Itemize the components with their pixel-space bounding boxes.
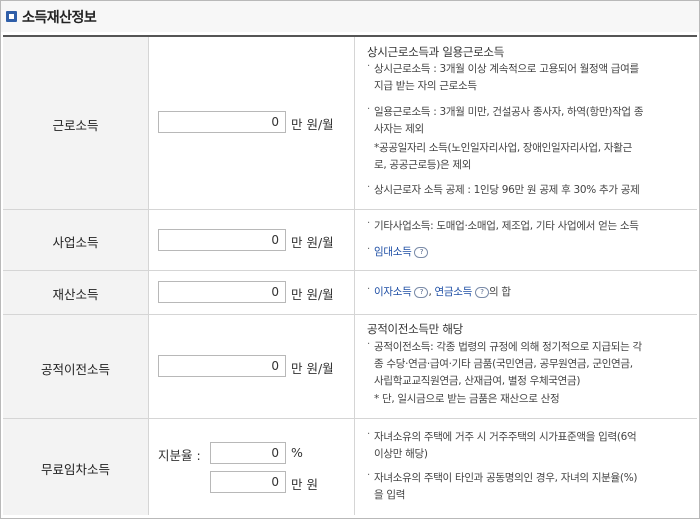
- desc-line: 상시근로소득 : 3개월 이상 계속적으로 고용되어 월정액 급여를: [374, 63, 639, 75]
- desc-line: 이상만 해당): [374, 448, 428, 460]
- input-cell: 만 원/월: [149, 210, 355, 270]
- desc-line: 사자는 제외: [374, 123, 424, 135]
- label-cell: 재산소득: [3, 271, 149, 314]
- desc-line: 종 수당·연금·급여·기타 금품(국민연금, 공무원연금, 군인연금,: [374, 358, 633, 370]
- bullet-mark: ·: [367, 218, 371, 229]
- interest-income-link[interactable]: 이자소득: [374, 286, 412, 298]
- desc-line: 을 입력: [374, 489, 406, 501]
- label-cell: 공적이전소득: [3, 315, 149, 418]
- share-ratio-label: 지분율 :: [158, 448, 201, 463]
- earned-income-input[interactable]: [158, 111, 286, 133]
- help-icon[interactable]: ?: [414, 247, 429, 258]
- row-property-income: 재산소득 만 원/월 · 이자소득?, 연금소득?의 합: [3, 271, 697, 315]
- description-cell: 공적이전소득만 해당 · 공적이전소득: 각종 법령의 규정에 의해 정기적으로…: [355, 315, 697, 418]
- unit-label: 만 원: [291, 477, 318, 492]
- bullet-mark: ·: [367, 470, 371, 481]
- pension-income-link[interactable]: 연금소득: [435, 286, 473, 298]
- suffix-text: 의 합: [488, 286, 511, 298]
- description-cell: 상시근로소득과 일용근로소득 · 상시근로소득 : 3개월 이상 계속적으로 고…: [355, 37, 697, 209]
- desc-line: 기타사업소득: 도매업·소매업, 제조업, 기타 사업에서 얻는 소득: [374, 220, 639, 232]
- desc-line: * 단, 일시금으로 받는 금품은 재산으로 산정: [374, 393, 560, 405]
- row-label: 공적이전소득: [40, 362, 110, 377]
- desc-line: 지급 받는 자의 근로소득: [374, 80, 477, 92]
- description-cell: · 이자소득?, 연금소득? 의 합: [355, 271, 697, 314]
- row-label: 무료임차소득: [40, 462, 110, 477]
- percent-unit: %: [291, 445, 303, 460]
- desc-line: 일용근로소득 : 3개월 미만, 건설공사 종사자, 하역(항만)작업 종: [374, 106, 644, 118]
- desc-heading: 상시근로소득과 일용근로소득: [367, 45, 504, 59]
- description-cell: · 자녀소유의 주택에 거주 시 거주주택의 시가표준액을 입력(6억 이상만 …: [355, 419, 697, 515]
- bullet-mark: ·: [367, 339, 371, 350]
- bullet-mark: ·: [367, 182, 371, 193]
- input-cell: 만 원/월: [149, 315, 355, 418]
- rental-income-link[interactable]: 임대소득: [374, 246, 412, 258]
- desc-link-line: 이자소득?, 연금소득? 의 합: [374, 284, 511, 301]
- bullet-mark: ·: [367, 244, 371, 255]
- desc-link-line: 임대소득?: [374, 244, 429, 261]
- unit-label: 만 원/월: [291, 117, 334, 132]
- unit-label: 만 원/월: [291, 287, 334, 302]
- label-cell: 무료임차소득: [3, 419, 149, 515]
- free-rent-amount-input[interactable]: [210, 471, 286, 493]
- bullet-mark: ·: [367, 429, 371, 440]
- title-bullet-icon: [6, 11, 17, 22]
- help-icon[interactable]: ?: [474, 287, 489, 298]
- income-table: 근로소득 만 원/월 상시근로소득과 일용근로소득 · 상시근로소득 : 3개월…: [3, 35, 697, 517]
- desc-line: 자녀소유의 주택에 거주 시 거주주택의 시가표준액을 입력(6억: [374, 431, 637, 443]
- row-label: 재산소득: [52, 287, 99, 302]
- help-icon[interactable]: ?: [414, 287, 429, 298]
- input-cell: 만 원/월: [149, 271, 355, 314]
- property-income-input[interactable]: [158, 281, 286, 303]
- public-transfer-income-input[interactable]: [158, 355, 286, 377]
- label-cell: 사업소득: [3, 210, 149, 270]
- input-cell: 만 원/월: [149, 37, 355, 209]
- row-free-rent-income: 무료임차소득 지분율 : % 만 원 · 자녀소유의 주택에 거주 시 거주주택…: [3, 419, 697, 515]
- row-label: 근로소득: [52, 118, 99, 133]
- desc-line: 사립학교교직원연금, 산재급여, 별정 우체국연금): [374, 375, 581, 387]
- row-business-income: 사업소득 만 원/월 · 기타사업소득: 도매업·소매업, 제조업, 기타 사업…: [3, 210, 697, 271]
- desc-line: 공적이전소득: 각종 법령의 규정에 의해 정기적으로 지급되는 각: [374, 341, 642, 353]
- description-cell: · 기타사업소득: 도매업·소매업, 제조업, 기타 사업에서 얻는 소득 · …: [355, 210, 697, 270]
- row-public-transfer-income: 공적이전소득 만 원/월 공적이전소득만 해당 · 공적이전소득: 각종 법령의…: [3, 315, 697, 419]
- unit-label: 만 원/월: [291, 235, 334, 250]
- panel-title: 소득재산정보: [22, 10, 97, 26]
- desc-line: 로, 공공근로등)은 제외: [374, 159, 472, 171]
- bullet-mark: ·: [367, 61, 371, 72]
- bullet-mark: ·: [367, 104, 371, 115]
- label-cell: 근로소득: [3, 37, 149, 209]
- panel-header: 소득재산정보: [1, 1, 699, 32]
- row-label: 사업소득: [52, 235, 99, 250]
- unit-label: 만 원/월: [291, 361, 334, 376]
- business-income-input[interactable]: [158, 229, 286, 251]
- share-ratio-input[interactable]: [210, 442, 286, 464]
- desc-line: 상시근로자 소득 공제 : 1인당 96만 원 공제 후 30% 추가 공제: [374, 184, 640, 196]
- desc-line: 자녀소유의 주택이 타인과 공동명의인 경우, 자녀의 지분율(%): [374, 472, 638, 484]
- desc-line: *공공일자리 소득(노인일자리사업, 장애인일자리사업, 자활근: [374, 142, 632, 154]
- input-cell: 지분율 : % 만 원: [149, 419, 355, 515]
- bullet-mark: ·: [367, 284, 371, 295]
- row-earned-income: 근로소득 만 원/월 상시근로소득과 일용근로소득 · 상시근로소득 : 3개월…: [3, 37, 697, 210]
- desc-heading: 공적이전소득만 해당: [367, 322, 463, 336]
